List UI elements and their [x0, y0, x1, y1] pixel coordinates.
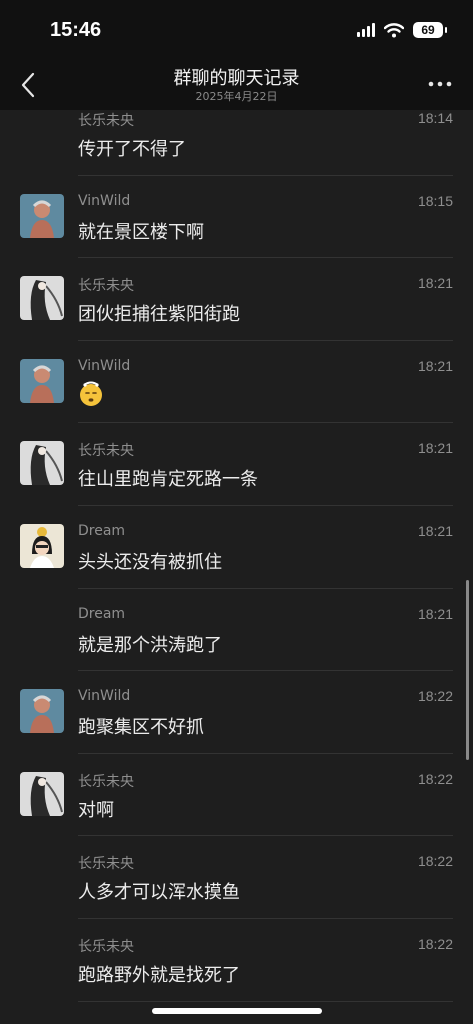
- divider: [78, 1000, 453, 1002]
- message-time: 18:21: [417, 523, 453, 539]
- avatar-dream[interactable]: [20, 524, 64, 568]
- status-time: 15:46: [50, 19, 102, 41]
- list-item[interactable]: VinWild 18:21: [0, 341, 473, 424]
- message-text: 跑聚集区不好抓: [78, 717, 204, 739]
- more-dots-icon[interactable]: [427, 72, 453, 96]
- message-time: 18:22: [417, 853, 453, 870]
- message-sender: Dream: [78, 523, 126, 539]
- message-sender: 长乐未央: [78, 443, 134, 460]
- home-indicator[interactable]: [152, 1008, 322, 1014]
- list-item[interactable]: 长乐未央 18:21 团伙拒捕往紫阳街跑: [0, 258, 473, 341]
- message-time: 18:22: [417, 770, 453, 787]
- list-item[interactable]: VinWild 18:15 就在景区楼下啊: [0, 176, 473, 259]
- message-sender: 长乐未央: [78, 113, 134, 129]
- list-item[interactable]: 长乐未央 18:21 往山里跑肯定死路一条: [0, 423, 473, 506]
- page-title: 群聊的聊天记录: [173, 68, 300, 89]
- avatar-changle[interactable]: [20, 441, 64, 486]
- message-text: 团伙拒捕往紫阳街跑: [78, 304, 240, 326]
- avatar-vinwild[interactable]: [20, 358, 64, 403]
- message-text: 对啊: [78, 799, 114, 821]
- list-item[interactable]: 长乐未央 18:22 对啊: [0, 754, 473, 837]
- message-text: 人多才可以浑水摸鱼: [78, 882, 240, 904]
- message-time: 18:21: [417, 275, 453, 292]
- avatar-changle[interactable]: [20, 276, 64, 321]
- message-text: 就是那个洪涛跑了: [78, 634, 222, 656]
- message-sender: Dream: [78, 605, 126, 622]
- avatar-changle[interactable]: [20, 771, 64, 816]
- message-sender: 长乐未央: [78, 939, 134, 955]
- message-time: 18:21: [417, 357, 453, 374]
- list-item[interactable]: VinWild 18:22 跑聚集区不好抓: [0, 671, 473, 754]
- page-subtitle-date: 2025年4月22日: [195, 90, 278, 103]
- battery-indicator: 69: [413, 22, 447, 38]
- avatar-vinwild[interactable]: [20, 193, 64, 238]
- status-bar: 15:46 69: [0, 0, 473, 60]
- message-text: 就在景区楼下啊: [78, 221, 204, 243]
- avatar-vinwild[interactable]: [20, 689, 64, 734]
- message-sender: 长乐未央: [78, 773, 134, 790]
- message-time: 18:22: [417, 688, 453, 705]
- list-item[interactable]: Dream 18:21 头头还没有被抓住: [0, 506, 473, 589]
- message-time: 18:15: [417, 192, 453, 209]
- message-time: 18:22: [417, 936, 453, 952]
- list-item[interactable]: 长乐未央 18:14 传开了不得了: [0, 110, 473, 176]
- wifi-icon: [384, 22, 404, 37]
- message-time: 18:14: [417, 110, 453, 126]
- message-sender: VinWild: [78, 688, 131, 705]
- message-text: 传开了不得了: [78, 139, 186, 160]
- message-sender: VinWild: [78, 192, 131, 209]
- message-text: 跑路野外就是找死了: [78, 965, 240, 986]
- dizzy-face-emoji-icon: [80, 381, 102, 406]
- scrollbar[interactable]: [466, 580, 469, 760]
- list-item[interactable]: 长乐未央 18:22 跑路野外就是找死了: [0, 919, 473, 1002]
- navigation-bar: 群聊的聊天记录 2025年4月22日: [0, 60, 473, 110]
- message-time: 18:21: [417, 440, 453, 457]
- list-item[interactable]: Dream 18:21 就是那个洪涛跑了: [0, 589, 473, 672]
- message-sender: VinWild: [78, 357, 131, 374]
- status-icons: 69: [357, 22, 447, 38]
- chat-history-list[interactable]: 长乐未央 18:14 传开了不得了 VinWild 18:15 就在景区楼下啊: [0, 110, 473, 1024]
- message-sender: 长乐未央: [78, 278, 134, 295]
- list-item[interactable]: 长乐未央 18:22 人多才可以浑水摸鱼: [0, 836, 473, 919]
- message-text: 往山里跑肯定死路一条: [78, 469, 258, 491]
- cellular-signal-icon: [357, 23, 375, 37]
- message-text: 头头还没有被抓住: [78, 552, 222, 573]
- message-sender: 长乐未央: [78, 856, 134, 873]
- message-time: 18:21: [417, 605, 453, 622]
